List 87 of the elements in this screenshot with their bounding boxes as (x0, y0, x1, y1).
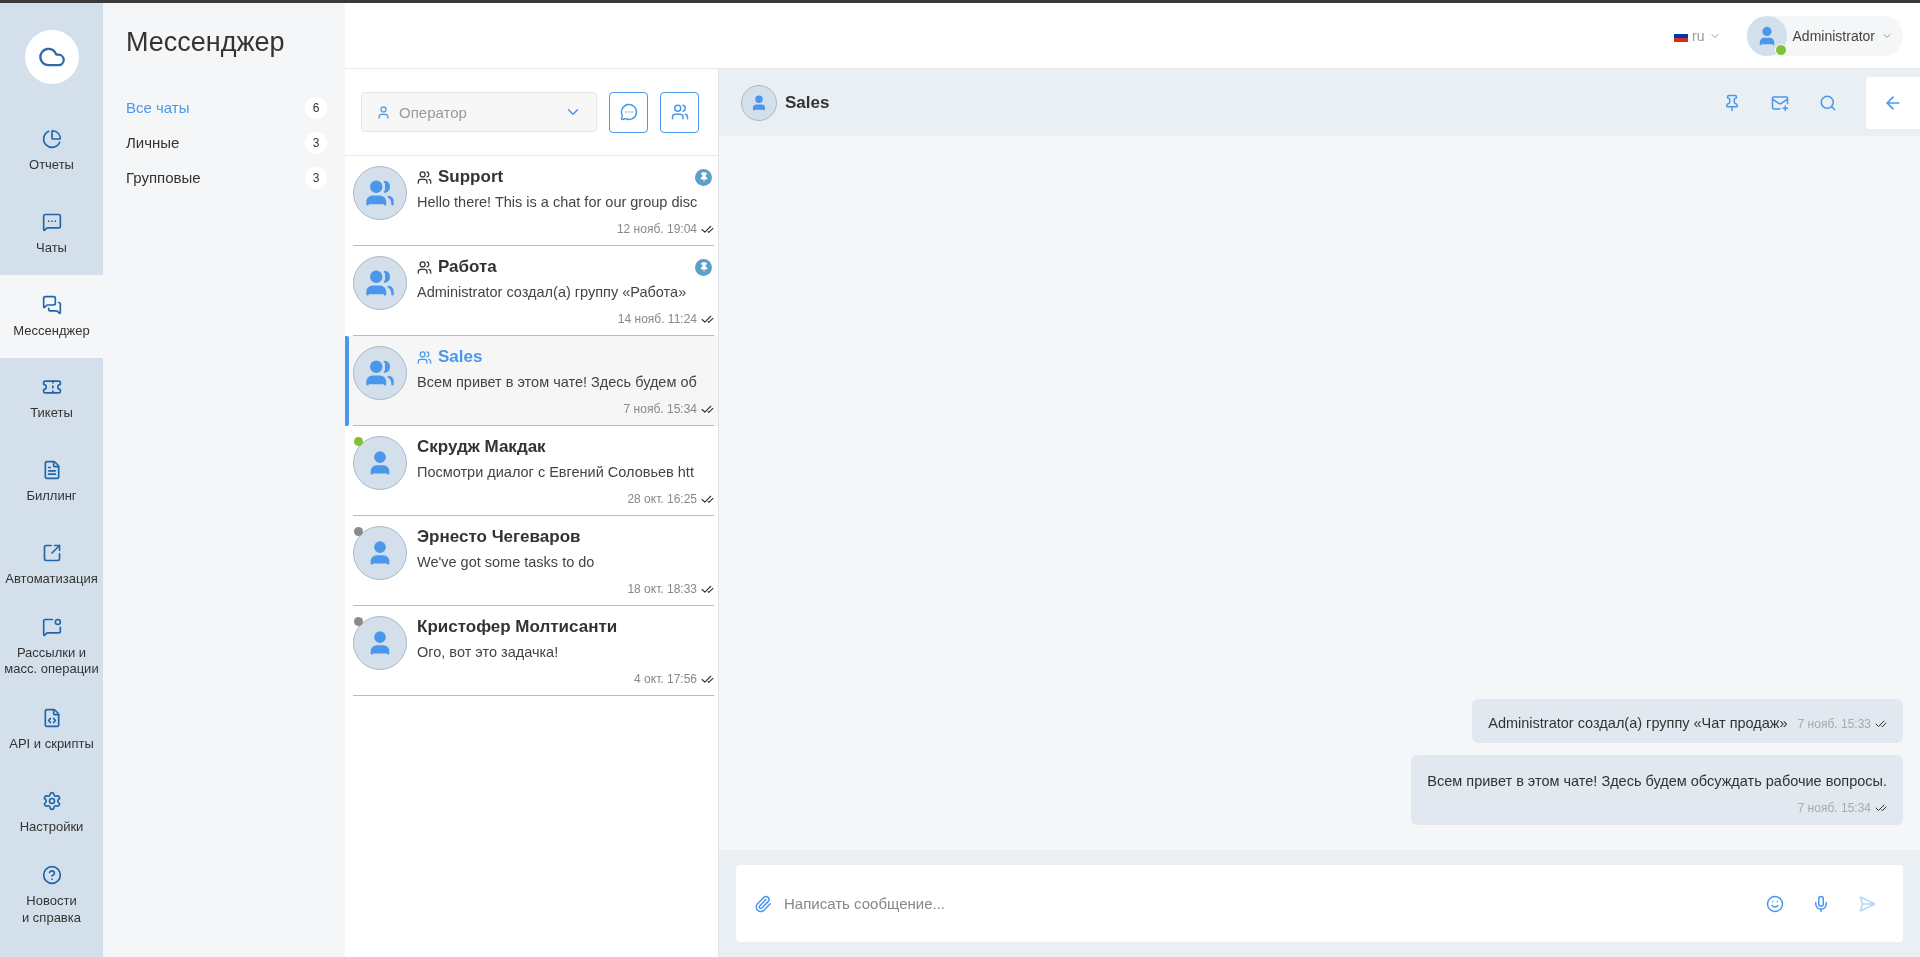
group-icon (417, 169, 432, 185)
nav-item[interactable]: Рассылки и масс. операции (0, 606, 103, 689)
nav-label: Чаты (36, 239, 67, 257)
group-icon (417, 349, 432, 365)
nav-item[interactable]: Новости и справка (0, 854, 103, 937)
read-check-icon (1875, 718, 1887, 730)
chat-bubbles-icon (41, 294, 62, 315)
filter-label: Все чаты (126, 99, 190, 116)
pie-chart-icon (41, 129, 62, 150)
group-icon (417, 259, 432, 275)
nav-label: Биллинг (26, 487, 77, 505)
group-icon (365, 178, 395, 208)
nav-label: Настройки (19, 818, 84, 835)
group-icon (670, 103, 689, 121)
new-chat-button[interactable] (609, 91, 648, 133)
chat-preview: Посмотри диалог с Евгений Соловьев htt (417, 464, 695, 480)
chat-name: Работа (438, 257, 498, 277)
chat-name: Скрудж Макдак (417, 437, 547, 457)
user-menu[interactable]: Administrator (1746, 15, 1903, 56)
chat-name: Эрнесто Чегеваров (417, 527, 582, 547)
chat-time: 18 окт. 18:33 (627, 582, 697, 596)
attach-icon[interactable] (754, 894, 772, 913)
nav-label: Новости и справка (22, 893, 81, 926)
chat-time: 7 нояб. 15:34 (623, 402, 697, 416)
microphone-icon (1812, 894, 1830, 913)
nav-label: Мессенджер (13, 322, 90, 339)
pin-icon (1723, 93, 1741, 112)
pin-glyph-icon (698, 172, 709, 182)
read-check-icon (1875, 802, 1887, 814)
notification-bubble-icon (41, 617, 62, 638)
pin-glyph-icon (698, 262, 709, 272)
chat-filter[interactable]: Все чаты 6 (126, 90, 345, 125)
chat-bubble-icon (41, 211, 62, 232)
chat-bubble-icon (619, 103, 638, 121)
group-icon (365, 358, 395, 388)
chat-title: Sales (785, 92, 831, 113)
nav-item[interactable]: Автоматизация (0, 523, 103, 607)
nav-label: Тикеты (30, 405, 73, 422)
chat-preview: Всем привет в этом чате! Здесь будем об (417, 374, 698, 390)
chat-filter[interactable]: Личные 3 (126, 125, 345, 160)
filter-label: Групповые (126, 169, 201, 186)
message-time: 7 нояб. 15:33 (1797, 717, 1871, 731)
filter-label: Личные (126, 134, 180, 151)
count-badge: 6 (305, 96, 327, 119)
nav-label: Автоматизация (5, 570, 98, 587)
chat-time: 4 окт. 17:56 (634, 672, 697, 686)
nav-item[interactable]: Отчеты (0, 110, 103, 193)
section-title: Мессенджер (126, 27, 286, 58)
message-time: 7 нояб. 15:34 (1797, 801, 1871, 815)
nav-label: API и скрипты (9, 736, 94, 753)
nav-item[interactable]: Тикеты (0, 358, 103, 441)
nav-item[interactable]: Биллинг (0, 440, 103, 524)
nav-item[interactable]: Настройки (0, 771, 103, 855)
message-text: Всем привет в этом чате! Здесь будем обсуждать рабочие вопросы. (1427, 773, 1887, 789)
person-icon (376, 104, 391, 120)
message-text: Administrator создал(а) группу «Чат продаж» (1488, 715, 1788, 731)
smiley-icon (1766, 894, 1784, 913)
group-icon (365, 268, 395, 298)
count-badge: 3 (305, 131, 327, 154)
chat-name: Sales (438, 347, 484, 367)
back-button[interactable] (1866, 76, 1920, 129)
search-icon (1819, 93, 1837, 112)
new-group-button[interactable] (660, 91, 699, 133)
chat-name: Кристофер Молтисанти (417, 617, 619, 637)
chat-time: 14 нояб. 11:24 (617, 312, 697, 326)
chat-preview: Hello there! This is a chat for our group disc (417, 194, 699, 210)
send-icon (1858, 894, 1876, 913)
chat-time: 28 окт. 16:25 (627, 492, 697, 506)
chat-preview: Administrator создал(а) группу «Работа» (417, 284, 688, 300)
person-icon (750, 93, 768, 112)
user-name: Administrator (1792, 27, 1875, 44)
chat-preview: We've got some tasks to do (417, 554, 596, 570)
settings-icon (41, 790, 62, 811)
arrow-square-icon (41, 542, 62, 563)
chat-item[interactable]: Sales Всем привет в этом чате! Здесь будем об 7 нояб. 15:34 (345, 336, 718, 426)
chat-time: 12 нояб. 19:04 (616, 222, 697, 236)
chat-preview: Ого, вот это задачка! (417, 644, 560, 660)
mail-icon (1771, 93, 1789, 112)
nav-item[interactable]: Мессенджер (0, 275, 103, 359)
help-icon (41, 865, 62, 886)
nav-item[interactable]: Чаты (0, 192, 103, 276)
nav-label: Отчеты (29, 157, 74, 174)
chat-filter[interactable]: Групповые 3 (126, 160, 345, 195)
count-badge: 3 (305, 166, 327, 189)
nav-label: Рассылки и масс. операции (4, 645, 99, 678)
nav-item[interactable]: API и скрипты (0, 688, 103, 772)
chat-name: Support (438, 167, 505, 187)
